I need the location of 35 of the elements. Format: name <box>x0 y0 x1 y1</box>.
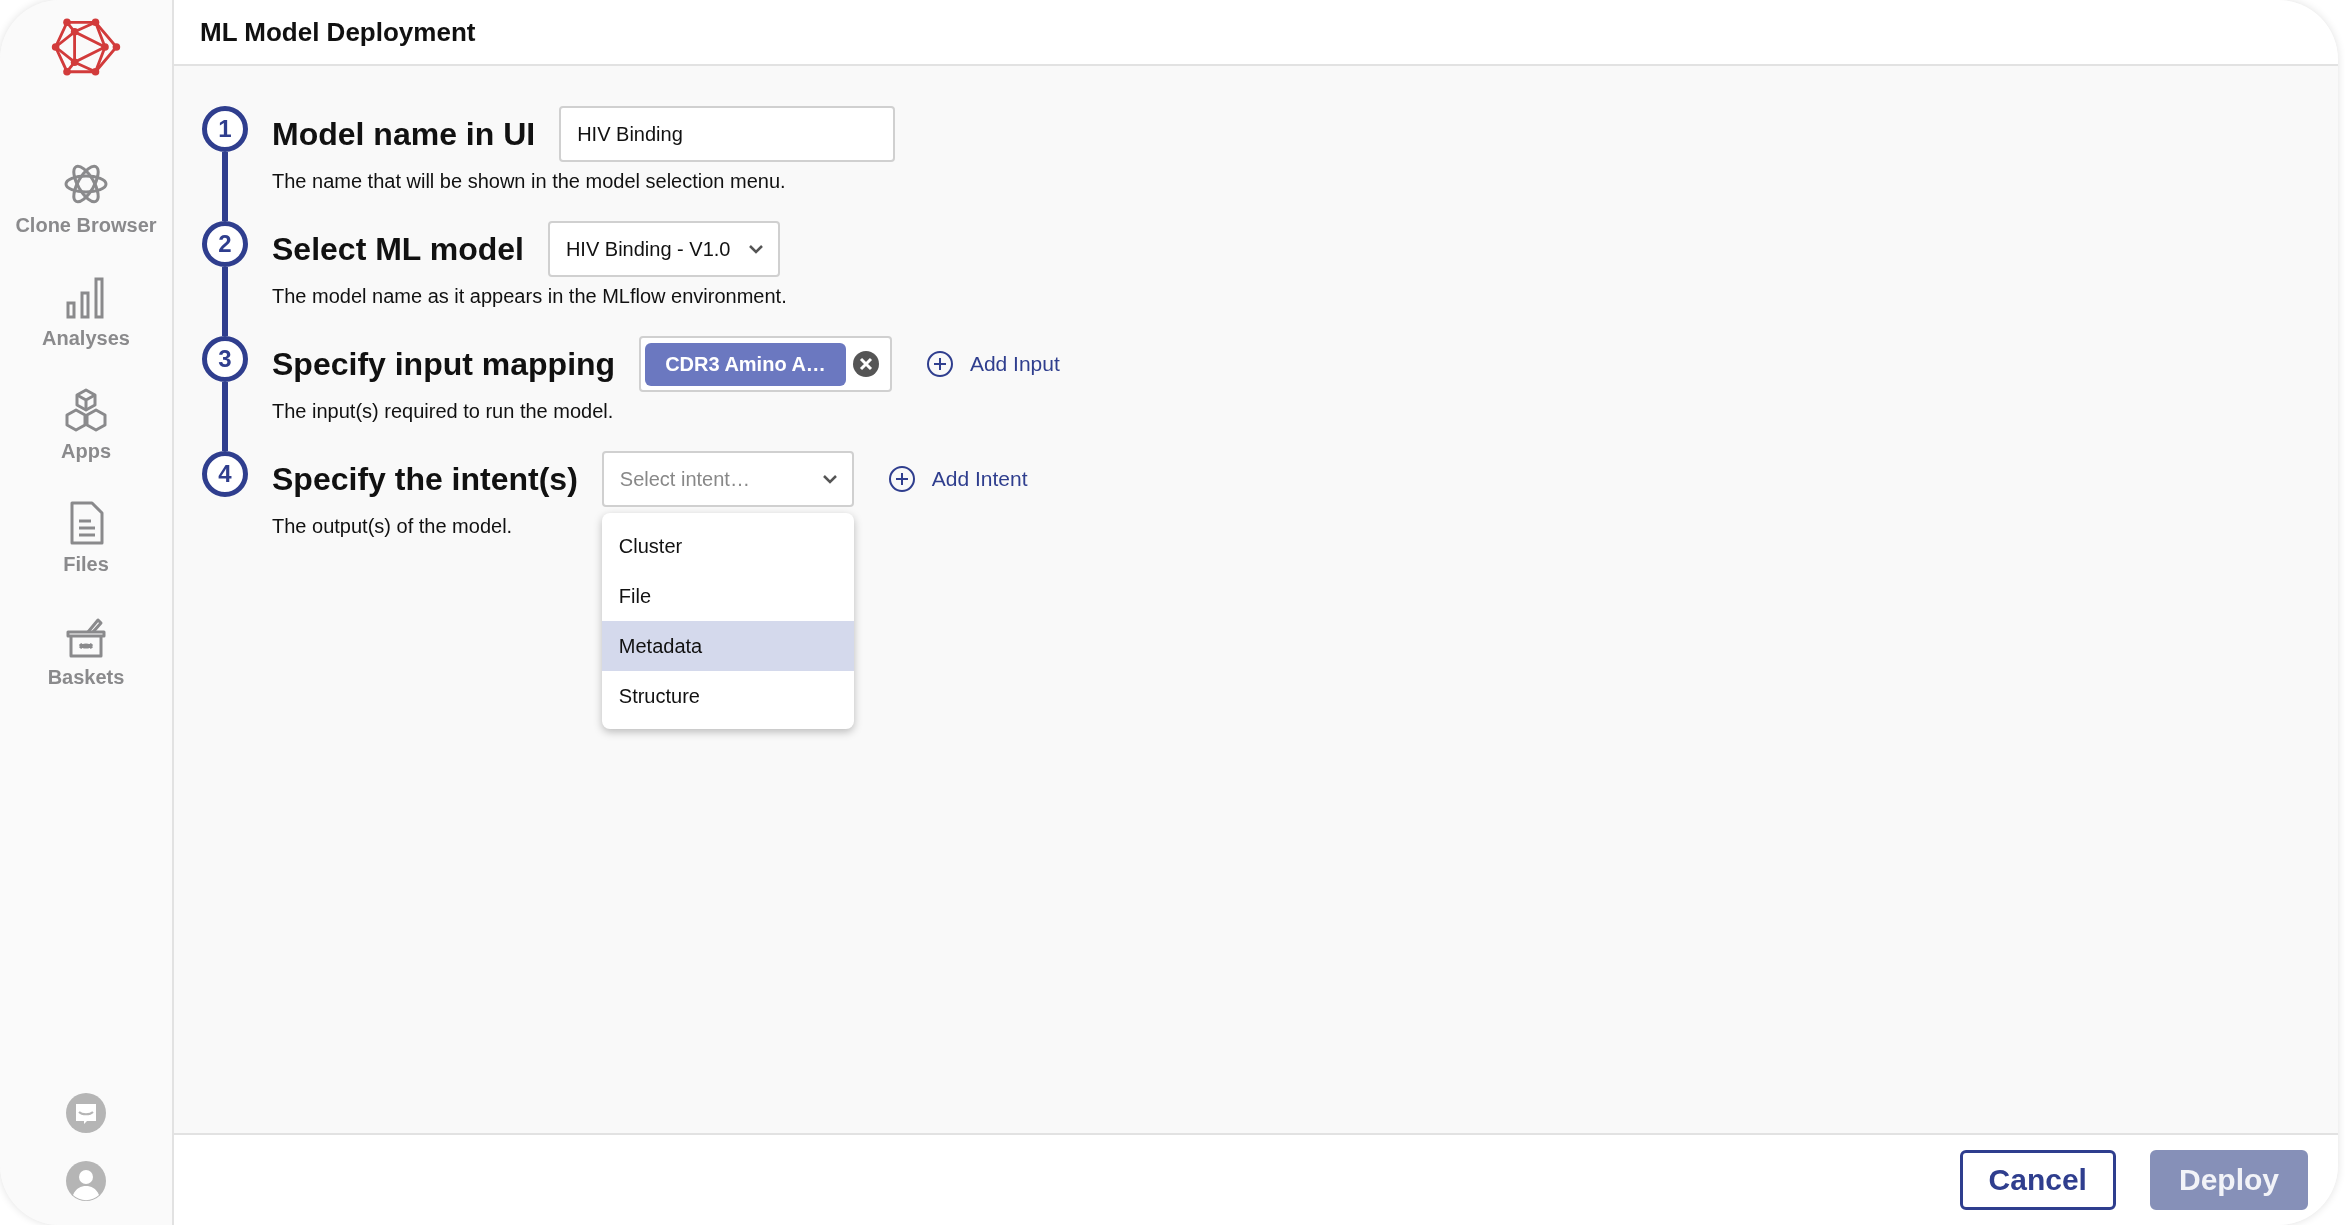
chat-icon[interactable] <box>66 1093 106 1133</box>
text-field[interactable]: HIV Binding <box>559 106 896 162</box>
plus-circle-icon <box>925 350 954 378</box>
secondary-button[interactable]: Cancel <box>1959 1150 2116 1210</box>
dropdown-field[interactable]: HIV Binding - V1.0 <box>547 221 781 277</box>
step-connector <box>222 267 228 336</box>
step-connector <box>222 152 228 221</box>
step-title: Specify input mapping <box>272 345 616 383</box>
chip-input-field[interactable]: CDR3 Amino A… <box>639 336 892 392</box>
step-number: 1 <box>202 106 248 152</box>
chevron-down-icon <box>821 474 838 484</box>
user-avatar-icon[interactable] <box>66 1161 106 1201</box>
step-number: 4 <box>202 451 248 497</box>
step-connector <box>222 382 228 451</box>
menu-option[interactable]: File <box>601 571 854 621</box>
step-description: The model name as it appears in the MLflow environment. <box>272 285 788 308</box>
step-description: The input(s) required to run the model. <box>272 400 615 423</box>
menu-option[interactable]: Structure <box>601 671 854 721</box>
step-description: The name that will be shown in the model selection menu. <box>272 170 787 193</box>
step-description: The output(s) of the model. <box>272 515 514 538</box>
step-title: Model name in UI <box>272 115 536 153</box>
chevron-down-icon <box>748 244 765 254</box>
menu-option[interactable]: Metadata <box>601 621 854 671</box>
step-number: 3 <box>202 336 248 382</box>
step-number: 2 <box>202 221 248 267</box>
page-title: ML Model Deployment <box>200 16 476 48</box>
add-link[interactable]: Add Intent <box>877 465 1028 493</box>
menu-option[interactable]: Cluster <box>601 521 854 571</box>
remove-icon <box>851 350 880 378</box>
step-title: Select ML model <box>272 230 524 268</box>
add-link[interactable]: Add Input <box>915 350 1060 378</box>
dropdown-field[interactable]: Select intent… <box>601 451 854 507</box>
input-chip: CDR3 Amino A… <box>645 342 846 386</box>
plus-circle-icon <box>887 465 916 493</box>
step-title: Specify the intent(s) <box>272 460 578 498</box>
